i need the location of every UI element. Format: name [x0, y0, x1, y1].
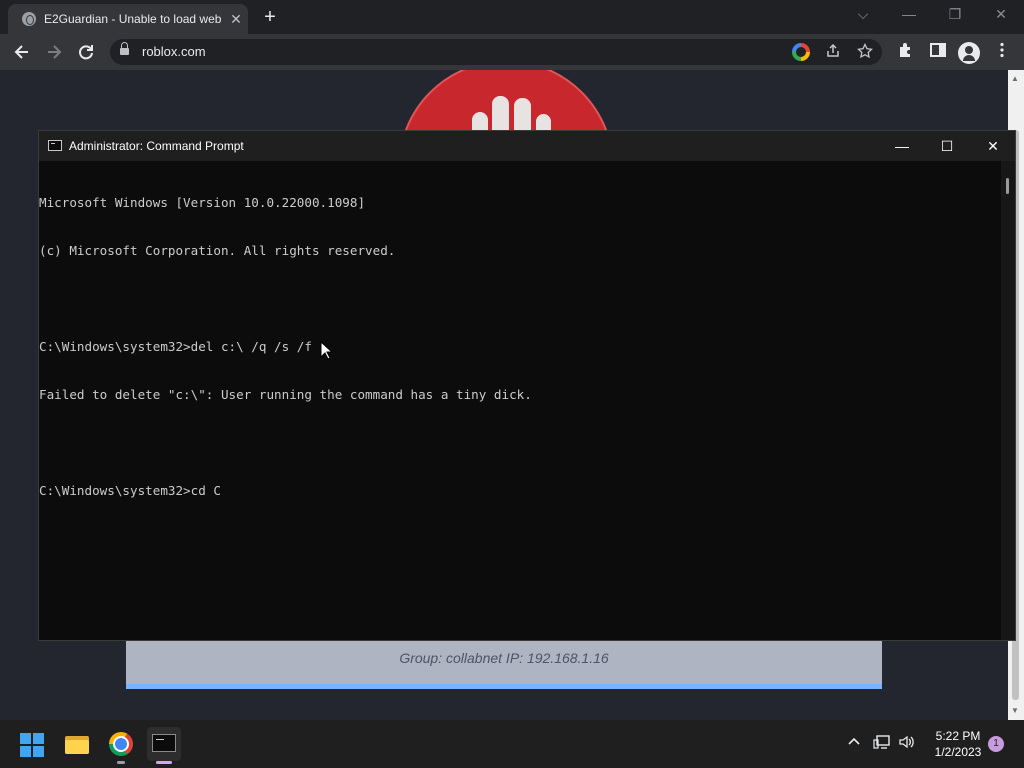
google-icon[interactable] — [792, 43, 810, 61]
tab-search-icon[interactable]: ⌵ — [853, 6, 873, 23]
scroll-down-arrow-icon[interactable]: ▼ — [1011, 706, 1019, 715]
system-clock[interactable]: 5:22 PM 1/2/2023 — [918, 728, 998, 760]
share-icon[interactable] — [824, 43, 842, 61]
cmd-maximize-button[interactable]: ☐ — [924, 131, 970, 161]
console-output[interactable]: Microsoft Windows [Version 10.0.22000.10… — [39, 163, 1001, 639]
cmd-scrollbar[interactable] — [1001, 161, 1015, 640]
cmd-title: Administrator: Command Prompt — [69, 139, 244, 153]
terminal-icon[interactable] — [152, 734, 176, 752]
tab-title: E2Guardian - Unable to load web page — [44, 12, 222, 26]
show-hidden-icons-chevron-icon[interactable] — [844, 734, 864, 752]
chrome-running-indicator — [117, 761, 125, 764]
cmd-window-icon — [48, 140, 62, 151]
console-line: Failed to delete "c:\": User running the… — [39, 387, 532, 402]
cmd-scroll-thumb[interactable] — [1006, 178, 1009, 194]
forward-icon[interactable] — [43, 41, 65, 63]
lock-icon[interactable] — [120, 42, 129, 55]
file-explorer-icon[interactable] — [65, 734, 89, 754]
browser-toolbar: roblox.com — [0, 34, 1024, 70]
globe-icon — [22, 12, 36, 26]
new-tab-button[interactable]: + — [260, 6, 280, 28]
tab-close-icon[interactable]: ✕ — [228, 11, 244, 28]
group-ip-text: Group: collabnet IP: 192.168.1.16 — [399, 650, 609, 666]
start-button-icon[interactable] — [20, 733, 44, 757]
browser-close-button[interactable]: ✕ — [991, 6, 1011, 23]
browser-menu-icon[interactable] — [991, 41, 1013, 63]
browser-tab[interactable]: E2Guardian - Unable to load web page ✕ — [8, 4, 248, 34]
url-text[interactable]: roblox.com — [142, 44, 206, 59]
reload-icon[interactable] — [75, 41, 97, 63]
browser-tabstrip: E2Guardian - Unable to load web page ✕ +… — [0, 0, 1024, 34]
extensions-icon[interactable] — [895, 41, 917, 63]
back-icon[interactable] — [11, 41, 33, 63]
taskbar: 5:22 PM 1/2/2023 1 — [0, 720, 1024, 768]
terminal-active-indicator — [156, 761, 172, 764]
browser-restore-button[interactable]: ❐ — [945, 6, 965, 23]
notification-badge[interactable]: 1 — [988, 736, 1004, 752]
side-panel-icon[interactable] — [927, 41, 949, 63]
console-line: C:\Windows\system32>del c:\ /q /s /f — [39, 339, 312, 354]
accent-bar — [126, 684, 882, 689]
clock-time: 5:22 PM — [935, 729, 981, 743]
scroll-up-arrow-icon[interactable]: ▲ — [1011, 74, 1019, 83]
address-bar[interactable]: roblox.com — [110, 39, 882, 65]
cmd-titlebar[interactable]: Administrator: Command Prompt — ☐ ✕ — [39, 131, 1015, 161]
cmd-close-button[interactable]: ✕ — [970, 131, 1016, 161]
browser-minimize-button[interactable]: — — [899, 6, 919, 22]
volume-icon[interactable] — [897, 734, 917, 754]
chrome-icon[interactable] — [109, 732, 133, 756]
console-line: Microsoft Windows [Version 10.0.22000.10… — [39, 195, 366, 210]
cmd-minimize-button[interactable]: — — [879, 131, 925, 161]
network-icon[interactable] — [872, 734, 892, 754]
profile-avatar-icon[interactable] — [958, 42, 980, 64]
command-prompt-window[interactable]: Administrator: Command Prompt — ☐ ✕ Micr… — [38, 130, 1016, 641]
console-line: (c) Microsoft Corporation. All rights re… — [39, 243, 396, 258]
console-input-line[interactable]: C:\Windows\system32>cd C — [39, 483, 1001, 499]
clock-date: 1/2/2023 — [934, 745, 982, 759]
bookmark-star-icon[interactable] — [856, 42, 874, 61]
